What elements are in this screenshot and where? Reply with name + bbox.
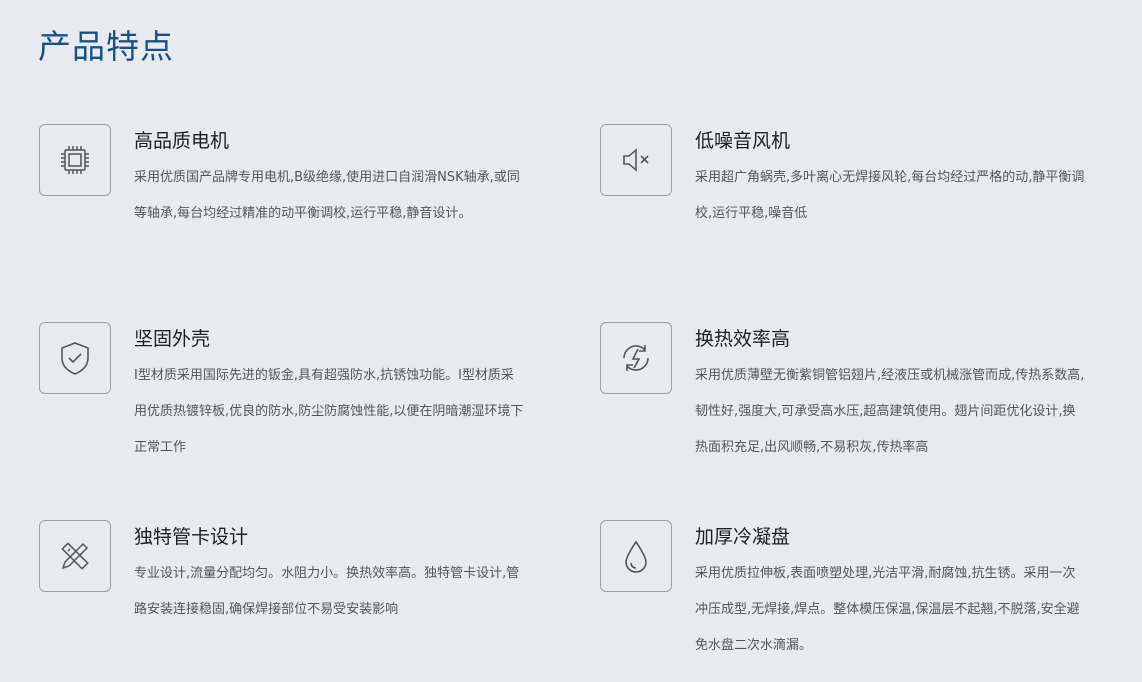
- feature-description: 采用优质国产品牌专用电机,B级绝缘,使用进口自润滑NSK轴承,或同等轴承,每台均…: [134, 170, 520, 221]
- chip-icon: [39, 124, 111, 196]
- feature-description: I型材质采用国际先进的钣金,具有超强防水,抗锈蚀功能。I型材质采用优质热镀锌板,…: [134, 368, 524, 455]
- pencil-ruler-icon: [39, 520, 111, 592]
- energy-cycle-icon: [600, 322, 672, 394]
- water-drop-icon: [600, 520, 672, 592]
- page-title: 产品特点: [38, 27, 174, 66]
- feature-pipe-clamp: 独特管卡设计 专业设计,流量分配均匀。水阻力小。换热效率高。独特管卡设计,管路安…: [39, 520, 519, 660]
- feature-description: 采用超广角蜗壳,多叶离心无焊接风轮,每台均经过严格的动,静平衡调校,运行平稳,噪…: [695, 170, 1085, 221]
- feature-title: 换热效率高: [695, 328, 791, 350]
- feature-title: 高品质电机: [134, 130, 230, 152]
- shield-check-icon: [39, 322, 111, 394]
- feature-shell: 坚固外壳 I型材质采用国际先进的钣金,具有超强防水,抗锈蚀功能。I型材质采用优质…: [39, 322, 523, 462]
- feature-motor: 高品质电机 采用优质国产品牌专用电机,B级绝缘,使用进口自润滑NSK轴承,或同等…: [39, 124, 520, 264]
- speaker-mute-icon: [600, 124, 672, 196]
- feature-description: 专业设计,流量分配均匀。水阻力小。换热效率高。独特管卡设计,管路安装连接稳固,确…: [134, 566, 520, 617]
- feature-title: 坚固外壳: [134, 328, 211, 350]
- feature-heat-exchange: 换热效率高 采用优质薄壁无衡紫铜管铝翅片,经液压或机械涨管而成,传热系数高,韧性…: [600, 322, 1084, 462]
- feature-title: 加厚冷凝盘: [695, 526, 791, 548]
- feature-description: 采用优质薄壁无衡紫铜管铝翅片,经液压或机械涨管而成,传热系数高,韧性好,强度大,…: [695, 368, 1085, 455]
- feature-title: 低噪音风机: [695, 130, 791, 152]
- feature-description: 采用优质拉伸板,表面喷塑处理,光洁平滑,耐腐蚀,抗生锈。采用一次冲压成型,无焊接…: [695, 566, 1080, 653]
- feature-title: 独特管卡设计: [134, 526, 249, 548]
- feature-fan: 低噪音风机 采用超广角蜗壳,多叶离心无焊接风轮,每台均经过严格的动,静平衡调校,…: [600, 124, 1084, 264]
- feature-condensate-pan: 加厚冷凝盘 采用优质拉伸板,表面喷塑处理,光洁平滑,耐腐蚀,抗生锈。采用一次冲压…: [600, 520, 1080, 660]
